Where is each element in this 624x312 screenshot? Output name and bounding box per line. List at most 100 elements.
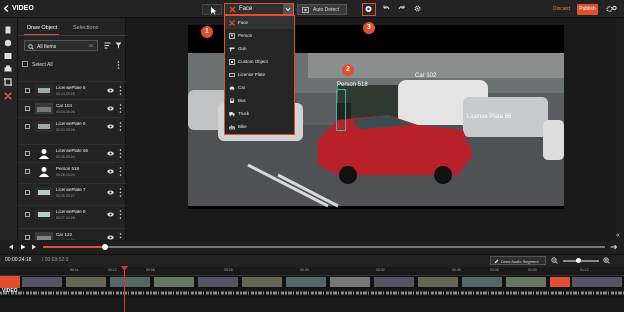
item-checkbox[interactable] — [25, 106, 30, 111]
image-icon[interactable] — [4, 52, 12, 60]
item-checkbox[interactable] — [25, 212, 30, 217]
video-thumbnail-track[interactable] — [0, 276, 624, 288]
item-name: LicensePlate 7 — [56, 187, 86, 192]
info-icon[interactable] — [4, 39, 12, 47]
skip-back-icon[interactable] — [8, 244, 14, 250]
settings-gear-icon[interactable] — [414, 5, 421, 12]
ruler-tick: 01:12 — [580, 268, 589, 272]
item-checkbox[interactable] — [25, 169, 30, 174]
visibility-eye-icon[interactable] — [107, 124, 114, 129]
item-filter-select[interactable]: All Items 181 — [24, 40, 98, 51]
playhead-marker-icon[interactable] — [121, 266, 128, 272]
detect-icon — [302, 7, 309, 13]
zoom-in-icon[interactable] — [603, 257, 610, 264]
object-type-label: Face — [239, 6, 253, 12]
object-type-dropdown[interactable]: Face — [224, 3, 294, 15]
menu-item-license-plate[interactable]: License Plate — [225, 68, 294, 81]
menu-item-custom-object[interactable]: Custom Object — [225, 55, 294, 68]
item-checkbox[interactable] — [25, 151, 30, 156]
chevron-down-icon[interactable] — [283, 4, 293, 14]
visibility-eye-icon[interactable] — [107, 190, 114, 195]
redo-icon[interactable] — [398, 5, 406, 12]
skip-forward-icon[interactable] — [31, 244, 37, 250]
tab-divider — [18, 35, 126, 36]
more-options-icon[interactable] — [119, 86, 122, 95]
more-options-icon[interactable] — [119, 122, 122, 131]
list-item[interactable]: LicensePlate 66 00:26-00:24 — [18, 144, 126, 162]
item-time: 00:26-00:24 — [56, 173, 75, 177]
item-time: 00:24-00:26 — [56, 128, 75, 132]
item-name: LicensePlate 6 — [56, 121, 86, 126]
more-options-icon[interactable] — [119, 188, 122, 197]
collapse-right-icon[interactable]: « — [616, 232, 620, 239]
auto-detect-button[interactable]: Auto Detect — [297, 4, 347, 15]
menu-item-gun[interactable]: Gun — [225, 42, 294, 55]
visibility-eye-icon[interactable] — [107, 169, 114, 174]
crop-icon[interactable] — [4, 78, 12, 86]
license-plate-thumbnail — [35, 121, 53, 132]
redact-tool-icon[interactable] — [4, 92, 12, 100]
menu-item-person[interactable]: Person — [225, 29, 294, 42]
list-item[interactable]: Car 104 00:24-00:26 — [18, 99, 126, 117]
zoom-slider-handle[interactable] — [575, 258, 581, 263]
list-item[interactable]: LicensePlate 6 00:24-00:26 — [18, 117, 126, 135]
item-checkbox[interactable] — [25, 124, 30, 129]
menu-item-truck[interactable]: Truck — [225, 107, 294, 120]
more-options-icon[interactable] — [119, 149, 122, 158]
item-name: LicensePlate 5 — [56, 85, 86, 90]
search-icon — [28, 43, 34, 50]
more-options-icon[interactable] — [117, 61, 120, 69]
zoom-out-icon[interactable] — [551, 257, 558, 264]
draw-audio-segment-button[interactable]: Draw Audio Segment — [490, 256, 546, 265]
undo-icon[interactable] — [382, 5, 390, 12]
item-checkbox[interactable] — [25, 190, 30, 195]
menu-item-face[interactable]: Face — [225, 16, 294, 29]
capture-button[interactable] — [362, 3, 376, 16]
list-item[interactable]: LicensePlate 5 00:24-00:25 — [18, 81, 126, 99]
discard-button[interactable]: Discard — [553, 6, 570, 12]
callout-badge: 3 — [363, 22, 375, 34]
more-options-icon[interactable] — [119, 210, 122, 219]
item-time: 00:27-00:28 — [56, 216, 75, 220]
visibility-eye-icon[interactable] — [107, 151, 114, 156]
play-icon[interactable] — [20, 244, 26, 250]
publish-button[interactable]: Publish — [577, 4, 598, 15]
filter-label: All Items — [37, 43, 57, 50]
visibility-eye-icon[interactable] — [107, 88, 114, 93]
menu-item-car[interactable]: Car — [225, 81, 294, 94]
print-icon[interactable] — [4, 65, 12, 73]
face-thumbnail — [39, 149, 49, 159]
scrubber-handle[interactable] — [101, 244, 108, 250]
ruler-tick: 01:04 — [528, 268, 537, 272]
tab-selections[interactable]: Selections — [73, 25, 98, 31]
more-options-icon[interactable] — [119, 104, 122, 113]
more-options-icon[interactable] — [119, 167, 122, 176]
plate-bbox-label: License Plate 66 — [467, 114, 512, 120]
visibility-eye-icon[interactable] — [107, 212, 114, 217]
fullscreen-icon[interactable] — [610, 244, 617, 250]
audio-waveform-track[interactable] — [0, 288, 624, 298]
preferences-gear-icon[interactable] — [606, 5, 617, 13]
zoom-slider-track[interactable] — [563, 260, 599, 262]
scrubber-track[interactable] — [43, 246, 605, 248]
sort-icon[interactable] — [104, 42, 111, 49]
back-icon[interactable] — [3, 5, 10, 12]
objects-panel: Draw Object Selections All Items 181 Sel… — [18, 18, 126, 258]
person-bounding-box[interactable] — [336, 89, 346, 131]
menu-item-bike[interactable]: Bike — [225, 120, 294, 133]
document-icon[interactable] — [4, 26, 12, 34]
callout-badge: 1 — [201, 26, 213, 38]
list-item[interactable]: LicensePlate 8 00:27-00:28 — [18, 205, 126, 223]
tab-draw-object[interactable]: Draw Object — [27, 25, 57, 31]
list-item[interactable]: LicensePlate 7 00:26-00:27 — [18, 183, 126, 201]
item-checkbox[interactable] — [25, 88, 30, 93]
filter-icon[interactable] — [115, 42, 122, 49]
timeline-playhead[interactable] — [124, 267, 125, 312]
visibility-eye-icon[interactable] — [107, 106, 114, 111]
list-item[interactable]: Person 518 00:26-00:24 — [18, 162, 126, 180]
select-all-checkbox[interactable] — [22, 61, 28, 67]
item-name: Car 122 — [56, 232, 73, 237]
menu-item-bus[interactable]: Bus — [225, 94, 294, 107]
custom-object-icon — [229, 58, 235, 65]
select-tool-button[interactable] — [202, 4, 222, 15]
